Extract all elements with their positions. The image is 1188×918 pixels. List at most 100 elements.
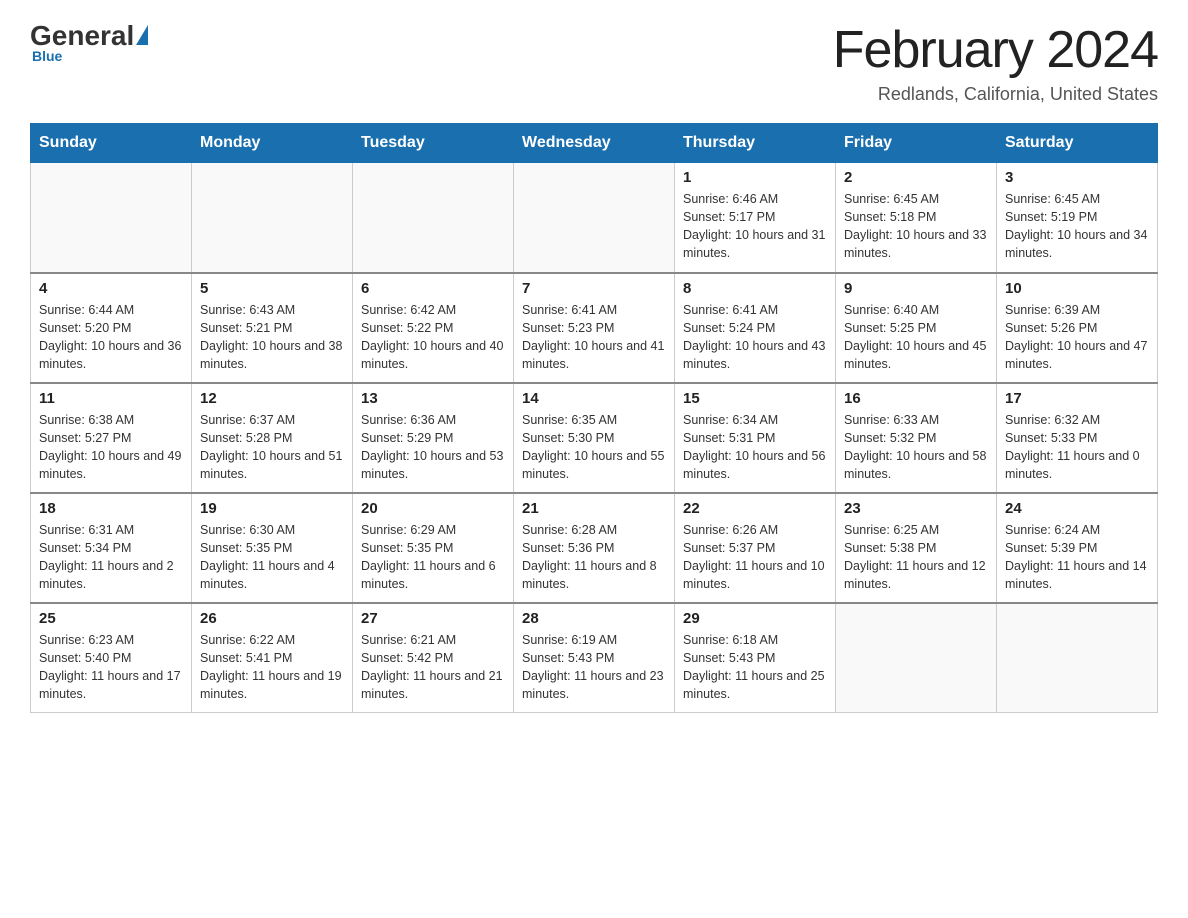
- calendar-cell: [514, 163, 675, 273]
- day-info: Sunrise: 6:41 AMSunset: 5:23 PMDaylight:…: [522, 301, 666, 374]
- location-subtitle: Redlands, California, United States: [833, 84, 1158, 105]
- day-number: 11: [39, 390, 183, 407]
- calendar-cell: 17 Sunrise: 6:32 AMSunset: 5:33 PMDayligh…: [997, 383, 1158, 493]
- day-number: 20: [361, 500, 505, 517]
- calendar-cell: 14 Sunrise: 6:35 AMSunset: 5:30 PMDayligh…: [514, 383, 675, 493]
- calendar-cell: 6Sunrise: 6:42 AMSunset: 5:22 PMDaylight…: [353, 273, 514, 383]
- calendar-cell: 13 Sunrise: 6:36 AMSunset: 5:29 PMDayligh…: [353, 383, 514, 493]
- day-info: Sunrise: 6:46 AMSunset: 5:17 PMDaylight:…: [683, 190, 827, 263]
- logo-blue-text: Blue: [32, 48, 62, 64]
- week-row-1: 1 Sunrise: 6:46 AMSunset: 5:17 PMDaylight…: [31, 163, 1158, 273]
- calendar-cell: [997, 603, 1158, 713]
- day-info: Sunrise: 6:30 AMSunset: 5:35 PMDaylight:…: [200, 521, 344, 594]
- day-info: Sunrise: 6:45 AMSunset: 5:19 PMDaylight:…: [1005, 190, 1149, 263]
- day-number: 29: [683, 610, 827, 627]
- calendar-cell: 8 Sunrise: 6:41 AMSunset: 5:24 PMDaylight…: [675, 273, 836, 383]
- day-number: 19: [200, 500, 344, 517]
- calendar-cell: 22 Sunrise: 6:26 AMSunset: 5:37 PMDayligh…: [675, 493, 836, 603]
- day-info: Sunrise: 6:44 AMSunset: 5:20 PMDaylight:…: [39, 301, 183, 374]
- calendar-cell: 19 Sunrise: 6:30 AMSunset: 5:35 PMDayligh…: [192, 493, 353, 603]
- day-header-wednesday: Wednesday: [514, 124, 675, 163]
- calendar-cell: 29 Sunrise: 6:18 AMSunset: 5:43 PMDayligh…: [675, 603, 836, 713]
- day-number: 17: [1005, 390, 1149, 407]
- calendar-cell: 2 Sunrise: 6:45 AMSunset: 5:18 PMDaylight…: [836, 163, 997, 273]
- calendar-cell: 21 Sunrise: 6:28 AMSunset: 5:36 PMDayligh…: [514, 493, 675, 603]
- day-info: Sunrise: 6:39 AMSunset: 5:26 PMDaylight:…: [1005, 301, 1149, 374]
- day-number: 15: [683, 390, 827, 407]
- calendar-cell: 10 Sunrise: 6:39 AMSunset: 5:26 PMDayligh…: [997, 273, 1158, 383]
- header: General Blue February 2024 Redlands, Cal…: [30, 20, 1158, 105]
- day-header-monday: Monday: [192, 124, 353, 163]
- day-number: 28: [522, 610, 666, 627]
- day-info: Sunrise: 6:18 AMSunset: 5:43 PMDaylight:…: [683, 631, 827, 704]
- calendar-cell: 26 Sunrise: 6:22 AMSunset: 5:41 PMDayligh…: [192, 603, 353, 713]
- week-row-2: 4 Sunrise: 6:44 AMSunset: 5:20 PMDaylight…: [31, 273, 1158, 383]
- day-number: 10: [1005, 280, 1149, 297]
- day-info: Sunrise: 6:22 AMSunset: 5:41 PMDaylight:…: [200, 631, 344, 704]
- calendar-cell: 5 Sunrise: 6:43 AMSunset: 5:21 PMDaylight…: [192, 273, 353, 383]
- calendar-cell: 28 Sunrise: 6:19 AMSunset: 5:43 PMDayligh…: [514, 603, 675, 713]
- calendar-cell: [31, 163, 192, 273]
- week-row-5: 25 Sunrise: 6:23 AMSunset: 5:40 PMDayligh…: [31, 603, 1158, 713]
- calendar-cell: 18Sunrise: 6:31 AMSunset: 5:34 PMDayligh…: [31, 493, 192, 603]
- calendar-cell: 4 Sunrise: 6:44 AMSunset: 5:20 PMDaylight…: [31, 273, 192, 383]
- day-number: 24: [1005, 500, 1149, 517]
- day-number: 7: [522, 280, 666, 297]
- day-number: 22: [683, 500, 827, 517]
- day-number: 8: [683, 280, 827, 297]
- day-info: Sunrise: 6:26 AMSunset: 5:37 PMDaylight:…: [683, 521, 827, 594]
- day-header-saturday: Saturday: [997, 124, 1158, 163]
- day-number: 23: [844, 500, 988, 517]
- logo-area: General Blue: [30, 20, 148, 64]
- calendar-cell: 24 Sunrise: 6:24 AMSunset: 5:39 PMDayligh…: [997, 493, 1158, 603]
- day-info: Sunrise: 6:38 AMSunset: 5:27 PMDaylight:…: [39, 411, 183, 484]
- day-info: Sunrise: 6:41 AMSunset: 5:24 PMDaylight:…: [683, 301, 827, 374]
- day-number: 4: [39, 280, 183, 297]
- day-info: Sunrise: 6:40 AMSunset: 5:25 PMDaylight:…: [844, 301, 988, 374]
- calendar-cell: [353, 163, 514, 273]
- day-info: Sunrise: 6:35 AMSunset: 5:30 PMDaylight:…: [522, 411, 666, 484]
- calendar-cell: 15 Sunrise: 6:34 AMSunset: 5:31 PMDayligh…: [675, 383, 836, 493]
- day-number: 16: [844, 390, 988, 407]
- day-number: 9: [844, 280, 988, 297]
- calendar-cell: 16Sunrise: 6:33 AMSunset: 5:32 PMDayligh…: [836, 383, 997, 493]
- calendar-cell: 25 Sunrise: 6:23 AMSunset: 5:40 PMDayligh…: [31, 603, 192, 713]
- day-info: Sunrise: 6:32 AMSunset: 5:33 PMDaylight:…: [1005, 411, 1149, 484]
- week-row-4: 18Sunrise: 6:31 AMSunset: 5:34 PMDayligh…: [31, 493, 1158, 603]
- day-header-sunday: Sunday: [31, 124, 192, 163]
- calendar-cell: 23Sunrise: 6:25 AMSunset: 5:38 PMDayligh…: [836, 493, 997, 603]
- title-area: February 2024 Redlands, California, Unit…: [833, 20, 1158, 105]
- day-info: Sunrise: 6:36 AMSunset: 5:29 PMDaylight:…: [361, 411, 505, 484]
- day-header-friday: Friday: [836, 124, 997, 163]
- day-number: 26: [200, 610, 344, 627]
- day-number: 2: [844, 169, 988, 186]
- day-info: Sunrise: 6:43 AMSunset: 5:21 PMDaylight:…: [200, 301, 344, 374]
- logo-triangle-icon: [136, 25, 148, 45]
- day-number: 27: [361, 610, 505, 627]
- day-info: Sunrise: 6:28 AMSunset: 5:36 PMDaylight:…: [522, 521, 666, 594]
- day-info: Sunrise: 6:45 AMSunset: 5:18 PMDaylight:…: [844, 190, 988, 263]
- month-title: February 2024: [833, 20, 1158, 80]
- day-header-tuesday: Tuesday: [353, 124, 514, 163]
- day-info: Sunrise: 6:29 AMSunset: 5:35 PMDaylight:…: [361, 521, 505, 594]
- day-number: 13: [361, 390, 505, 407]
- calendar-table: SundayMondayTuesdayWednesdayThursdayFrid…: [30, 123, 1158, 713]
- day-number: 12: [200, 390, 344, 407]
- day-number: 1: [683, 169, 827, 186]
- day-info: Sunrise: 6:37 AMSunset: 5:28 PMDaylight:…: [200, 411, 344, 484]
- day-info: Sunrise: 6:34 AMSunset: 5:31 PMDaylight:…: [683, 411, 827, 484]
- day-info: Sunrise: 6:24 AMSunset: 5:39 PMDaylight:…: [1005, 521, 1149, 594]
- week-row-3: 11 Sunrise: 6:38 AMSunset: 5:27 PMDayligh…: [31, 383, 1158, 493]
- day-number: 14: [522, 390, 666, 407]
- calendar-cell: [836, 603, 997, 713]
- day-info: Sunrise: 6:31 AMSunset: 5:34 PMDaylight:…: [39, 521, 183, 594]
- day-info: Sunrise: 6:23 AMSunset: 5:40 PMDaylight:…: [39, 631, 183, 704]
- day-info: Sunrise: 6:19 AMSunset: 5:43 PMDaylight:…: [522, 631, 666, 704]
- day-number: 5: [200, 280, 344, 297]
- day-number: 25: [39, 610, 183, 627]
- calendar-cell: 7 Sunrise: 6:41 AMSunset: 5:23 PMDaylight…: [514, 273, 675, 383]
- calendar-cell: [192, 163, 353, 273]
- calendar-cell: 1 Sunrise: 6:46 AMSunset: 5:17 PMDaylight…: [675, 163, 836, 273]
- calendar-cell: 20 Sunrise: 6:29 AMSunset: 5:35 PMDayligh…: [353, 493, 514, 603]
- day-number: 21: [522, 500, 666, 517]
